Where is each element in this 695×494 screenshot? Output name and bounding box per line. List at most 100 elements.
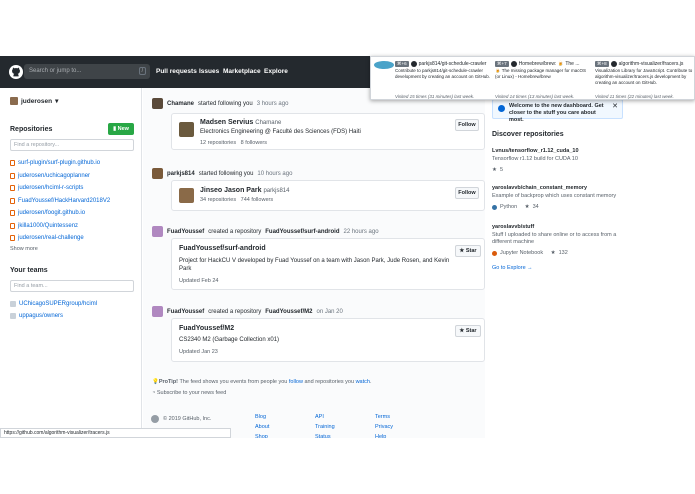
follow-button[interactable]: Follow xyxy=(455,187,479,199)
star-button[interactable]: ★ Star xyxy=(455,325,481,337)
book-icon: ▮ xyxy=(113,126,117,132)
star-label: Star xyxy=(465,248,477,254)
repo-language: Python xyxy=(500,204,518,210)
close-icon[interactable]: ✕ xyxy=(612,103,618,110)
repo-link[interactable]: juderosen/hciml-r-scripts xyxy=(10,182,110,195)
event-actor[interactable]: FuadYoussef xyxy=(167,309,204,315)
discover-repo-name[interactable]: Lvnus/tensorflow_r1.12_cuda_10 xyxy=(492,148,622,154)
footer-link-about[interactable]: About xyxy=(255,422,269,432)
footer-link-privacy[interactable]: Privacy xyxy=(375,422,393,432)
copyright: © 2019 GitHub, Inc. xyxy=(151,415,211,423)
repo-link[interactable]: FuadYoussef/HackHarvard2018V2 xyxy=(10,195,110,208)
repo-icon xyxy=(10,210,15,217)
repo-link-text: juderosen/hciml-r-scripts xyxy=(18,185,84,192)
event-target[interactable]: FuadYoussef/surf-android xyxy=(265,229,339,235)
right-column xyxy=(486,88,695,438)
event-actor[interactable]: FuadYoussef xyxy=(167,229,204,235)
avatar[interactable] xyxy=(152,306,163,317)
discover-repo: yaroslavvb/stuff Stuff I uploaded to sha… xyxy=(492,224,622,256)
event-time: on Jan 20 xyxy=(316,308,343,315)
repo-link[interactable]: juderosen/real-challenge xyxy=(10,232,110,245)
event-actor[interactable]: Chamane xyxy=(167,101,194,107)
new-repo-button[interactable]: ▮ New xyxy=(108,123,134,135)
tab-title: Homebrew/brew: 🍺 The ... xyxy=(518,61,580,67)
feed-event-header: FuadYoussef created a repository FuadYou… xyxy=(152,306,343,317)
event-time: 22 hours ago xyxy=(343,228,379,235)
team-link[interactable]: uppagus/owners xyxy=(10,310,97,322)
footer-link-terms[interactable]: Terms xyxy=(375,412,393,422)
explore-link[interactable]: Go to Explore → xyxy=(492,265,533,271)
footer-link-training[interactable]: Training xyxy=(315,422,335,432)
avatar[interactable] xyxy=(179,188,194,203)
find-team-input[interactable]: Find a team... xyxy=(10,280,134,292)
repo-link[interactable]: juderosen/foogit.github.io xyxy=(10,207,110,220)
repo-link[interactable]: juderosen/uchicagoplanner xyxy=(10,170,110,183)
user-name[interactable]: Madsen Servius xyxy=(200,119,253,126)
repositories-title: Repositories xyxy=(10,126,53,133)
repo-description: Project for HackCU V developed by Fuad Y… xyxy=(179,258,450,272)
repo-link[interactable]: jkilla1000/Quintessenz xyxy=(10,220,110,233)
follow-link[interactable]: follow xyxy=(289,379,303,385)
event-action: created a repository xyxy=(208,228,262,235)
footer-link-api[interactable]: API xyxy=(315,412,335,422)
nav-pull-requests[interactable]: Pull requests xyxy=(156,68,197,75)
star-icon: ★ xyxy=(459,248,465,254)
discover-repo-desc: Stuff I uploaded to share online or to a… xyxy=(492,232,617,245)
nav-issues[interactable]: Issues xyxy=(199,68,219,75)
tab-description: 🍺 The missing package manager for macOS … xyxy=(495,68,587,79)
avatar[interactable] xyxy=(179,122,194,137)
event-time: 10 hours ago xyxy=(257,170,293,177)
tab-description: Contribute to parkjs814/git-schedule-cra… xyxy=(395,68,491,79)
repo-link-text: juderosen/real-challenge xyxy=(18,235,84,242)
star-count: 5 xyxy=(499,167,503,173)
avatar[interactable] xyxy=(152,226,163,237)
team-link[interactable]: UChicagoSUPERgroup/hciml xyxy=(10,298,97,310)
discover-repo-name[interactable]: yaroslavvb/stuff xyxy=(492,224,622,230)
repo-icon xyxy=(10,185,15,192)
star-icon: ★ xyxy=(459,328,465,334)
top-blank-area xyxy=(0,0,695,56)
event-target[interactable]: FuadYoussef/M2 xyxy=(265,309,312,315)
follow-button[interactable]: Follow xyxy=(455,119,479,131)
user-login: Chamane xyxy=(255,120,282,126)
account-switcher[interactable]: juderosen ▾ xyxy=(10,97,58,105)
show-more-link[interactable]: Show more xyxy=(10,246,38,252)
footer-link-blog[interactable]: Blog xyxy=(255,412,269,422)
nav-marketplace[interactable]: Marketplace xyxy=(223,68,261,75)
team-link-text: UChicagoSUPERgroup/hciml xyxy=(19,301,98,307)
event-actor[interactable]: parkjs814 xyxy=(167,171,195,177)
tab-preview-popup: ⌘+6 parkjs814/git-schedule-crawler Contri… xyxy=(370,56,695,100)
nav-explore[interactable]: Explore xyxy=(264,68,288,75)
feed-event-header: FuadYoussef created a repository FuadYou… xyxy=(152,226,379,237)
avatar[interactable] xyxy=(152,168,163,179)
discover-repo-name[interactable]: yaroslavvb/chain_constant_memory xyxy=(492,185,622,191)
user-card: Madsen Servius Chamane Electronics Engin… xyxy=(171,113,485,150)
new-button-label: New xyxy=(117,126,129,132)
tab-preview-card[interactable]: ⌘+7 Homebrew/brew: 🍺 The ... 🍺 The missin… xyxy=(495,61,591,99)
subscribe-feed[interactable]: ◔ Subscribe to your news feed xyxy=(152,390,226,396)
star-button[interactable]: ★ Star xyxy=(455,245,481,257)
language-color-dot xyxy=(492,204,497,210)
welcome-banner: Welcome to the new dashboard. Get closer… xyxy=(492,99,623,123)
github-logo-icon[interactable] xyxy=(9,65,23,79)
repo-name[interactable]: FuadYoussef/M2 xyxy=(179,325,234,332)
repo-name[interactable]: FuadYoussef/surf-android xyxy=(179,245,266,252)
search-input[interactable]: Search or jump to... / xyxy=(24,64,150,79)
tab-preview-card[interactable]: ⌘+6 parkjs814/git-schedule-crawler Contri… xyxy=(395,61,503,99)
event-action: created a repository xyxy=(208,308,262,315)
repo-updated: Updated Feb 24 xyxy=(179,278,219,284)
user-name[interactable]: Jinseo Jason Park xyxy=(200,187,261,194)
star-label: Star xyxy=(465,328,477,334)
shortcut-badge: ⌘+6 xyxy=(395,61,409,67)
find-repository-input[interactable]: Find a repository... xyxy=(10,139,134,151)
avatar[interactable] xyxy=(152,98,163,109)
language-color-dot xyxy=(492,250,497,256)
watch-link[interactable]: watch xyxy=(356,379,370,385)
tab-description: Visualization Library for JavaScript. Co… xyxy=(595,68,693,85)
team-avatar-icon xyxy=(10,313,16,319)
copyright-text: © 2019 GitHub, Inc. xyxy=(163,416,212,422)
tab-visited: Visited 15 times (31 minutes) last week. xyxy=(395,94,475,99)
repo-link[interactable]: surf-plugin/surf-plugin.github.io xyxy=(10,157,110,170)
tab-preview-card[interactable]: ⌘+8 algorithm-visualizer/fracers.js Visua… xyxy=(595,61,693,99)
discover-repo-desc: Example of backprop which uses constant … xyxy=(492,193,617,199)
